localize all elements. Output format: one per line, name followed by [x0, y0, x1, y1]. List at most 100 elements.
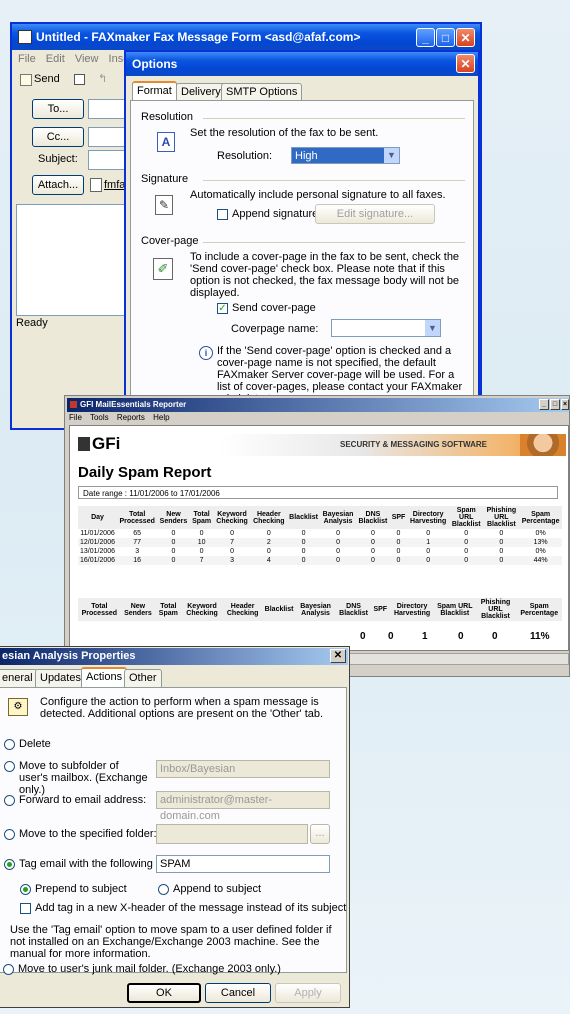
signature-icon: ✎: [155, 195, 173, 215]
menu-file[interactable]: File: [18, 53, 36, 65]
forward-email-input[interactable]: administrator@master-domain.com: [156, 791, 330, 822]
fax-titlebar[interactable]: Untitled - FAXmaker Fax Message Form <as…: [12, 24, 480, 50]
table-cell: 2: [266, 539, 271, 546]
gfi-banner: SECURITY & MESSAGING SOFTWARE: [220, 434, 566, 456]
reporter-menu-help[interactable]: Help: [153, 413, 169, 422]
reporter-menu-file[interactable]: File: [69, 413, 82, 422]
table-cell: 12/01/2006: [80, 539, 116, 546]
attach-button[interactable]: Attach...: [32, 175, 84, 195]
browse-folder-button[interactable]: ...: [310, 824, 330, 844]
table-cell: 0: [336, 548, 340, 555]
coverpage-name-select[interactable]: ▼: [331, 319, 441, 337]
col-header: Header Checking: [253, 510, 285, 525]
delete-radio[interactable]: [4, 739, 15, 750]
prepend-subject-label: Prepend to subject: [35, 883, 127, 895]
table-cell: 0: [396, 530, 401, 537]
menu-view[interactable]: View: [75, 53, 99, 65]
prepend-subject-radio[interactable]: [20, 884, 31, 895]
table-row: 16/01/2006 16 0 7 3 4 0 0 0 0 0 0 0 44%: [78, 556, 562, 565]
toolbar-format-icon[interactable]: ↰: [98, 72, 107, 85]
ok-button[interactable]: OK: [127, 983, 201, 1003]
table-cell: 0: [171, 548, 176, 555]
close-icon[interactable]: ✕: [456, 28, 475, 47]
reporter-close-icon[interactable]: ×: [561, 399, 569, 410]
col-header: Total Processed: [119, 510, 155, 525]
reporter-window: GFI MailEssentials Reporter _ □ × File T…: [64, 395, 570, 677]
move-folder-input[interactable]: [156, 824, 308, 844]
table-cell: 0: [336, 557, 340, 564]
table-cell: 0: [199, 530, 204, 537]
table-cell: 0: [301, 548, 306, 555]
edit-signature-button[interactable]: Edit signature...: [315, 204, 435, 224]
tab-general[interactable]: eneral: [0, 669, 38, 687]
reporter-titlebar[interactable]: GFI MailEssentials Reporter _ □ ×: [67, 398, 569, 412]
append-subject-radio[interactable]: [158, 884, 169, 895]
apply-button[interactable]: Apply: [275, 983, 341, 1003]
append-signature-checkbox[interactable]: [217, 209, 228, 220]
table-cell: 0%: [535, 548, 546, 555]
spam-report-table: Day Total Processed New Senders Total Sp…: [78, 506, 562, 565]
cancel-button[interactable]: Cancel: [205, 983, 271, 1003]
move-subfolder-radio[interactable]: [4, 761, 15, 772]
col-header: Spam Percentage: [521, 510, 560, 525]
options-titlebar[interactable]: Options ✕: [126, 52, 478, 76]
resolution-dropdown-chevron-icon[interactable]: ▼: [384, 148, 399, 163]
tab-smtp-options[interactable]: SMTP Options: [221, 83, 303, 101]
options-panel: Resolution A Set the resolution of the f…: [130, 100, 474, 406]
table-cell: 1: [426, 539, 431, 546]
tab-other[interactable]: Other: [124, 669, 162, 687]
table-header-row: Day Total Processed New Senders Total Sp…: [78, 506, 562, 529]
reporter-maximize-icon[interactable]: □: [550, 399, 560, 410]
tab-updates[interactable]: Updates: [35, 669, 86, 687]
reporter-menu-tools[interactable]: Tools: [90, 413, 109, 422]
junk-folder-radio[interactable]: [3, 964, 14, 975]
options-title: Options: [132, 57, 178, 71]
tag-text-input[interactable]: SPAM: [156, 855, 330, 873]
bayesian-panel: ⚙ Configure the action to perform when a…: [0, 687, 347, 973]
table-cell: 0: [464, 557, 469, 564]
maximize-icon[interactable]: □: [436, 28, 455, 47]
tab-actions[interactable]: Actions: [81, 667, 128, 687]
col-header: DNS Blacklist: [358, 510, 388, 525]
report-viewport[interactable]: GFi SECURITY & MESSAGING SOFTWARE Daily …: [69, 425, 569, 651]
send-button[interactable]: Send: [34, 73, 60, 85]
bayesian-close-icon[interactable]: ✕: [330, 649, 346, 663]
fax-body[interactable]: [16, 204, 140, 316]
subfolder-input[interactable]: Inbox/Bayesian: [156, 760, 330, 778]
table-cell: 11/01/2006: [80, 530, 115, 537]
resolution-select[interactable]: High ▼: [291, 147, 400, 164]
reporter-title: GFI MailEssentials Reporter: [80, 400, 187, 409]
tab-format[interactable]: Format: [132, 81, 177, 101]
menu-edit[interactable]: Edit: [46, 53, 65, 65]
move-folder-radio[interactable]: [4, 829, 15, 840]
total-col-header: Total Processed: [81, 602, 118, 617]
table-cell: 0: [266, 530, 271, 537]
table-row: 12/01/2006 77 0 10 7 2 0 0 0 0 1 0 0 13%: [78, 538, 562, 547]
table-cell: 0: [464, 548, 469, 555]
coverpage-name-label: Coverpage name:: [231, 323, 319, 335]
forward-radio[interactable]: [4, 795, 15, 806]
col-header: Total Spam: [192, 510, 212, 525]
table-cell: 0: [396, 557, 401, 564]
xheader-label: Add tag in a new X-header of the message…: [35, 902, 347, 914]
table-cell: 0: [301, 530, 306, 537]
subject-label: Subject:: [38, 153, 78, 165]
send-coverpage-checkbox[interactable]: ✓: [217, 303, 228, 314]
tab-delivery[interactable]: Delivery: [176, 83, 226, 101]
table-cell: 4: [266, 557, 271, 564]
table-cell: 16: [133, 557, 142, 564]
tag-email-radio[interactable]: [4, 859, 15, 870]
resolution-selected-value: High: [295, 150, 318, 162]
xheader-checkbox[interactable]: [20, 903, 31, 914]
total-value: 0: [360, 631, 366, 642]
bayesian-titlebar[interactable]: esian Analysis Properties ✕: [0, 648, 348, 665]
to-button[interactable]: To...: [32, 99, 84, 119]
reporter-menu-reports[interactable]: Reports: [117, 413, 145, 422]
options-close-icon[interactable]: ✕: [456, 54, 475, 73]
reporter-minimize-icon[interactable]: _: [539, 399, 549, 410]
col-header: New Senders: [159, 510, 188, 525]
toolbar-checkbox-icon[interactable]: [74, 74, 85, 85]
cc-button[interactable]: Cc...: [32, 127, 84, 147]
coverpage-dropdown-chevron-icon[interactable]: ▼: [425, 320, 440, 336]
minimize-icon[interactable]: _: [416, 28, 435, 47]
